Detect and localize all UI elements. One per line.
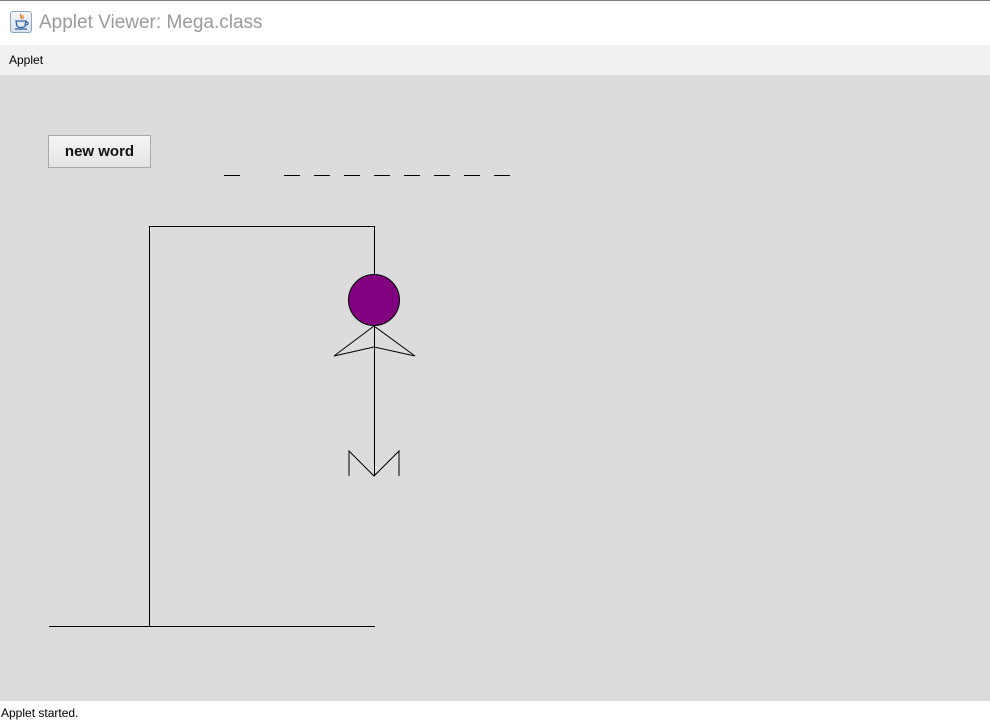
- menu-item-applet[interactable]: Applet: [3, 51, 49, 69]
- new-word-button[interactable]: new word: [48, 135, 151, 168]
- hangman-left-arm: [333, 325, 375, 357]
- menu-bar: Applet: [0, 45, 990, 75]
- hangman-legs: [348, 449, 400, 477]
- status-bar: Applet started.: [0, 701, 990, 722]
- applet-viewer-window: Applet Viewer: Mega.class Applet new wor…: [0, 0, 990, 722]
- hangman-right-arm: [373, 325, 416, 357]
- title-bar: Applet Viewer: Mega.class: [0, 1, 990, 45]
- hangman-head: [348, 274, 400, 326]
- hangman-figure: [333, 274, 416, 477]
- gallows: [49, 226, 375, 627]
- applet-canvas: new word: [0, 75, 990, 701]
- window-title: Applet Viewer: Mega.class: [39, 12, 263, 33]
- status-text: Applet started.: [1, 706, 79, 720]
- java-cup-icon: [10, 11, 32, 33]
- hangman-drawing: [49, 175, 510, 627]
